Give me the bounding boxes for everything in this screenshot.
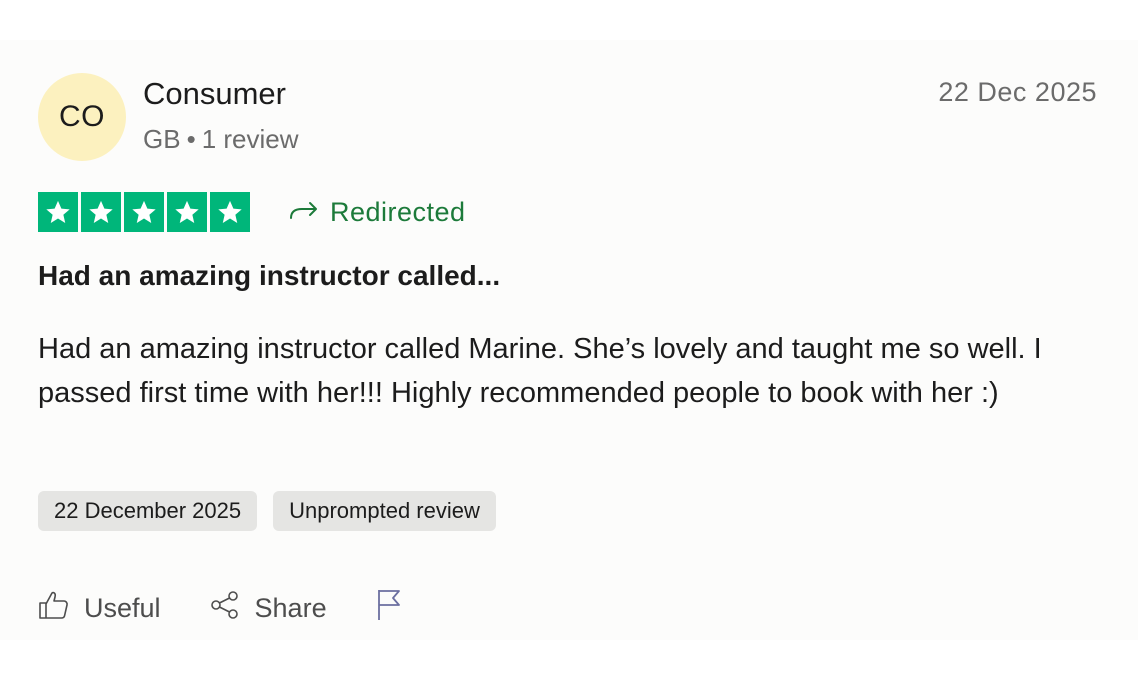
star-icon [210,192,250,232]
share-icon [209,589,241,628]
useful-label: Useful [84,593,161,623]
star-icon [167,192,207,232]
review-date: 22 Dec 2025 [938,77,1097,107]
meta-separator: • [186,124,196,154]
review-source-tag[interactable]: Unprompted review [273,491,496,531]
reviewer-name[interactable]: Consumer [143,75,286,113]
reviewer-country: GB [143,124,181,154]
share-label: Share [254,593,327,623]
avatar-initials: CO [59,100,105,133]
review-tags: 22 December 2025 Unprompted review [38,491,496,531]
experience-date-tag: 22 December 2025 [38,491,258,531]
review-text: Had an amazing instructor called Marine.… [38,333,1042,409]
useful-button[interactable]: Useful [38,589,161,628]
redirect-arrow-icon [288,194,320,231]
review-actions: Useful Share [38,588,453,629]
share-button[interactable]: Share [209,589,327,628]
reviewer-meta: GB • 1 review [143,122,299,156]
star-icon [124,192,164,232]
star-icon [38,192,78,232]
flag-icon [375,588,405,629]
report-button[interactable] [375,588,405,629]
redirected-label: Redirected [330,196,466,227]
redirected-indicator[interactable]: Redirected [288,192,466,232]
star-rating [38,192,250,232]
avatar: CO [38,73,126,161]
star-icon [81,192,121,232]
thumbs-up-icon [38,589,70,628]
reviewer-review-count: 1 review [201,124,299,154]
review-card: CO Consumer GB • 1 review 22 Dec 2025 Redi… [0,40,1138,640]
review-title[interactable]: Had an amazing instructor called... [38,257,500,295]
